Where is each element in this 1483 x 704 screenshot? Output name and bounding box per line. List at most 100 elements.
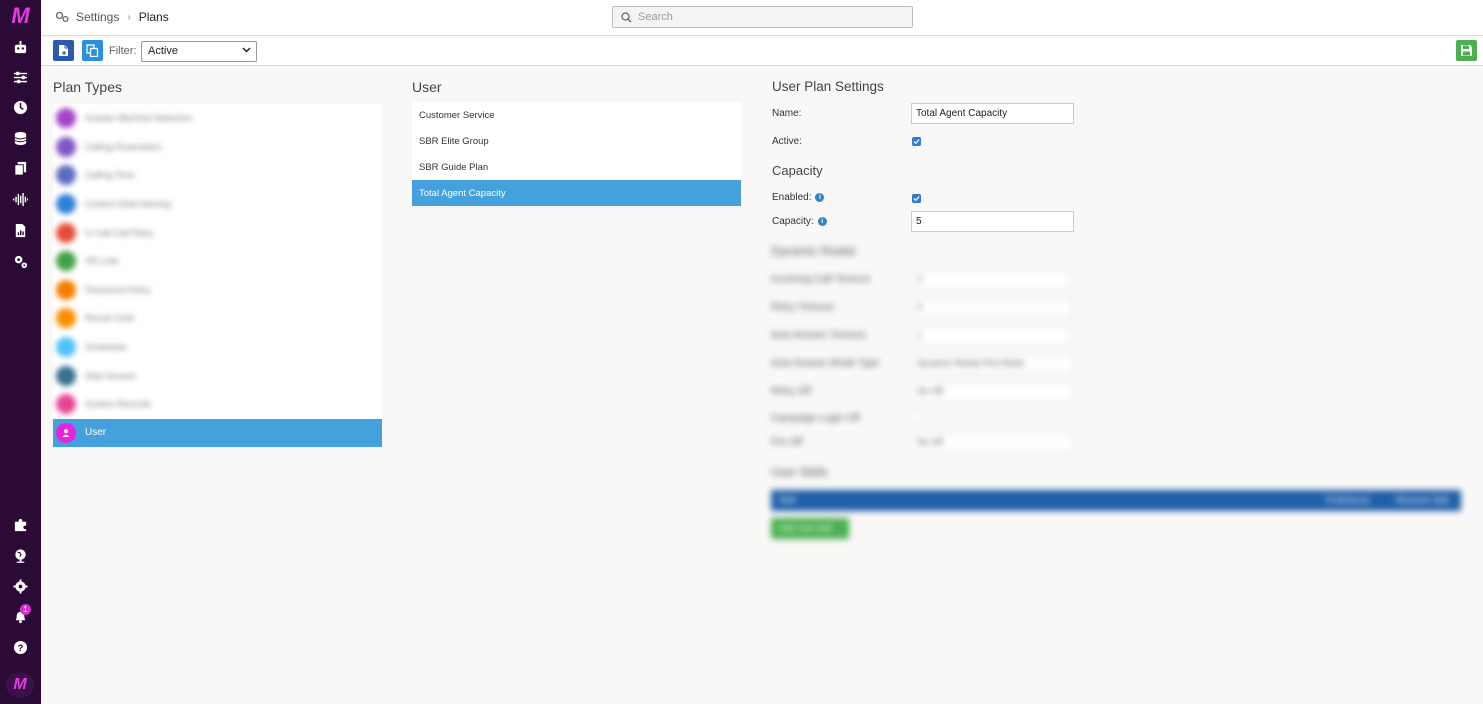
- plan-type-avatar: [56, 337, 76, 358]
- field-select[interactable]: No Off: [911, 433, 1074, 452]
- add-skill-label: Add new skill: [779, 523, 832, 533]
- plan-types-title: Plan Types: [53, 79, 123, 95]
- active-label: Active:: [772, 136, 803, 147]
- blurred-settings-region: Dynamic Redial Incoming Call Timeout 0 R…: [771, 240, 1471, 550]
- report-icon[interactable]: [10, 220, 30, 240]
- plan-type-label: Skip Senario: [85, 370, 137, 381]
- plan-type-avatar: [56, 108, 76, 129]
- breadcrumb: Settings › Plans: [55, 10, 169, 24]
- toolbar: Filter: Active: [41, 37, 1483, 66]
- user-plan-item[interactable]: SBR Guide Plan: [412, 154, 741, 180]
- field-checkbox[interactable]: [911, 411, 923, 423]
- plan-type-label: Answer Machine Detection: [85, 113, 193, 124]
- plan-type-item[interactable]: Answer Machine Detection: [53, 104, 382, 133]
- field-label: Auto Answer Mode Type: [771, 358, 880, 369]
- field-label: Retry Off: [771, 386, 811, 397]
- user-plan-item[interactable]: Customer Service: [412, 102, 741, 128]
- plan-type-avatar: [56, 308, 76, 329]
- user-skills-title: User Skills: [771, 465, 828, 479]
- plan-type-label: System Records: [85, 399, 152, 410]
- app-sidebar: M 1 ? M: [0, 0, 41, 704]
- name-label: Name:: [772, 108, 802, 119]
- svg-text:?: ?: [17, 642, 23, 652]
- plan-type-item[interactable]: Skip Senario: [53, 361, 382, 390]
- info-icon[interactable]: i: [815, 193, 825, 202]
- plan-type-item[interactable]: HR Lists: [53, 247, 382, 276]
- plan-type-label: HR Lists: [85, 256, 120, 267]
- new-plan-button[interactable]: [53, 40, 74, 61]
- plan-type-label: Result Code: [85, 313, 135, 324]
- enabled-checkbox[interactable]: [912, 194, 921, 203]
- proficiency-column: Proficiency: [1326, 495, 1371, 505]
- plan-type-label: Custom Data Naming: [85, 199, 172, 210]
- plan-type-item[interactable]: In Call Call Plans: [53, 218, 382, 247]
- plan-type-item[interactable]: Result Code: [53, 304, 382, 333]
- gears-icon[interactable]: [10, 251, 30, 271]
- enabled-label-row: Enabled: i: [772, 192, 825, 203]
- gear-icon[interactable]: [10, 576, 30, 596]
- field-label: Incoming Call Timeout: [771, 274, 870, 285]
- user-plan-item[interactable]: SBR Elite Group: [412, 128, 741, 154]
- user-plans-list: Customer Service SBR Elite Group SBR Gui…: [412, 102, 741, 206]
- search-input[interactable]: [638, 11, 898, 23]
- search-icon: [621, 11, 632, 23]
- field-label: Retry Timeout: [771, 302, 834, 313]
- field-input[interactable]: 1: [911, 326, 1071, 345]
- skill-column: Skill: [779, 495, 796, 505]
- capacity-input[interactable]: [911, 211, 1074, 232]
- plan-type-avatar: [56, 365, 76, 386]
- capacity-label: Capacity:: [772, 216, 814, 227]
- plan-type-item[interactable]: Calling Time: [53, 161, 382, 190]
- add-skill-button[interactable]: Add new skill: [771, 518, 849, 539]
- active-checkbox[interactable]: [912, 137, 921, 146]
- plan-type-item[interactable]: Password Policy: [53, 276, 382, 305]
- plan-type-avatar: [56, 136, 76, 157]
- plan-type-label: Password Policy: [85, 284, 152, 295]
- plan-type-avatar: [56, 394, 76, 415]
- field-input[interactable]: 0: [911, 298, 1071, 317]
- sliders-icon[interactable]: [10, 67, 30, 87]
- help-icon[interactable]: ?: [10, 637, 30, 657]
- chevron-right-icon: ›: [127, 11, 131, 23]
- capacity-section-title: Capacity: [772, 163, 823, 178]
- settings-breadcrumb-icon: [55, 11, 70, 23]
- field-select[interactable]: Dynamic Redial Pick Mode: [911, 354, 1074, 373]
- user-avatar[interactable]: M: [6, 672, 34, 698]
- database-icon[interactable]: [10, 128, 30, 148]
- waveform-icon[interactable]: [10, 189, 30, 209]
- plan-type-item[interactable]: Custom Data Naming: [53, 190, 382, 219]
- search-box[interactable]: [612, 6, 913, 28]
- plan-type-avatar: [56, 251, 76, 272]
- globe-icon[interactable]: [10, 545, 30, 565]
- save-button[interactable]: [1456, 40, 1477, 61]
- breadcrumb-settings[interactable]: Settings: [76, 10, 119, 24]
- plan-type-avatar: [56, 194, 76, 215]
- plan-type-item-user[interactable]: User: [53, 418, 382, 448]
- robot-icon[interactable]: [10, 37, 30, 57]
- field-select[interactable]: No Off: [911, 382, 1074, 401]
- name-input[interactable]: [911, 103, 1074, 124]
- save-icon: [1460, 44, 1473, 57]
- capacity-label-row: Capacity: i: [772, 216, 827, 227]
- puzzle-icon[interactable]: [10, 514, 30, 534]
- plan-type-label: Schedules: [85, 342, 128, 353]
- info-icon[interactable]: i: [817, 217, 827, 226]
- plan-type-item[interactable]: System Records: [53, 390, 382, 419]
- plan-type-label: Calling Time: [85, 170, 135, 181]
- plan-type-item[interactable]: Schedules: [53, 333, 382, 362]
- copy-plan-button[interactable]: [82, 40, 103, 61]
- remove-skill-column: Remove Skill: [1396, 495, 1449, 505]
- clock-dashboard-icon[interactable]: [10, 97, 30, 117]
- plan-types-list: Answer Machine Detection Calling Paramet…: [53, 104, 382, 448]
- app-logo[interactable]: M: [7, 5, 34, 27]
- plan-type-avatar: [56, 279, 76, 300]
- plan-type-label: In Call Call Plans: [85, 227, 154, 238]
- plan-type-item[interactable]: Calling Parameters: [53, 133, 382, 162]
- filter-select[interactable]: Active: [141, 41, 257, 62]
- field-input[interactable]: 0: [911, 270, 1071, 289]
- user-plan-item-selected[interactable]: Total Agent Capacity: [412, 180, 741, 206]
- settings-title: User Plan Settings: [772, 79, 884, 94]
- documents-icon[interactable]: [10, 158, 30, 178]
- top-bar: Settings › Plans: [41, 0, 1483, 36]
- filter-value: Active: [148, 45, 178, 57]
